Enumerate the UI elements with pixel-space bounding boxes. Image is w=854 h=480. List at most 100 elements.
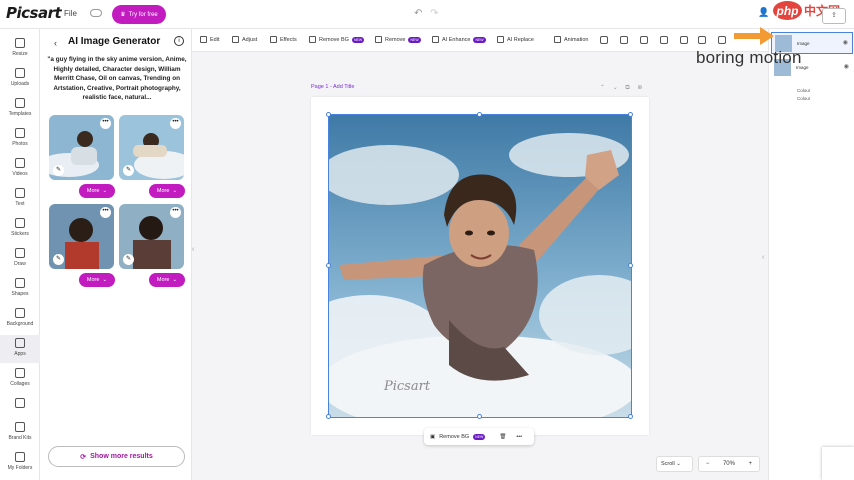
zoom-in-button[interactable]: + [749,457,753,471]
crop-frame-icon[interactable] [640,36,648,44]
ai-image-generator-panel: ‹ AI Image Generator i "a guy flying in … [40,29,192,480]
remove-bg-tool[interactable]: Remove BG NEW [309,36,365,43]
chevron-down-icon: ⌄ [172,277,178,283]
share-button[interactable]: ⇪ [822,8,846,24]
brand-kit-icon [15,422,25,432]
result-thumbnail-3[interactable]: ••• ✎ [49,204,114,269]
resize-handle-sw[interactable] [326,414,331,419]
picsart-logo[interactable]: Picsart [6,4,62,22]
crop-icon[interactable] [600,36,608,44]
collapse-panel-icon[interactable]: ‹ [192,246,194,253]
rail-item-uploads[interactable]: Uploads [0,65,40,93]
edit-icon[interactable]: ✎ [123,165,134,176]
rail-item-my-folders[interactable]: My Folders [0,449,40,477]
scroll-mode-select[interactable]: Scroll ⌄ [656,456,693,472]
resize-handle-se[interactable] [628,414,633,419]
page-title[interactable]: Page 1 - Add Title [311,84,354,90]
remove-bg-icon: ▣ [430,433,436,440]
trash-icon[interactable]: 🗑 [499,434,506,440]
show-more-results-button[interactable]: ⟳ Show more results [48,446,185,467]
flip-icon[interactable] [660,36,668,44]
eye-icon[interactable]: ◉ [844,63,849,70]
cloud-icon [90,9,102,17]
result-thumbnail-1[interactable]: ••• ✎ [49,115,114,180]
lock-icon[interactable] [698,36,706,44]
effects-tool[interactable]: Effects [270,36,297,43]
more-button-1[interactable]: More ⌄ [79,184,115,198]
settings-icon[interactable] [680,36,688,44]
more-button-3[interactable]: More ⌄ [79,273,115,287]
more-options-icon[interactable]: ••• [516,434,522,440]
user-plus-icon[interactable]: 👤 [758,7,769,18]
bg-layer-item[interactable]: Colour [797,87,810,95]
more-button-2[interactable]: More ⌄ [149,184,185,198]
page-actions[interactable]: ⌃ ⌄ ⧉ ⊕ [600,84,645,92]
more-options-icon[interactable]: ••• [100,118,111,129]
refresh-icon: ⟳ [80,453,87,461]
resize-handle-e[interactable] [628,263,633,268]
eye-icon[interactable]: ◉ [843,39,848,46]
rail-item-collages[interactable]: Collages [0,365,40,393]
watermark-text: Picsart [383,379,431,394]
templates-icon [15,98,25,108]
file-menu[interactable]: File [64,9,77,18]
rail-item-templates[interactable]: Templates [0,95,40,123]
rail-item-photos[interactable]: Photos [0,125,40,153]
generated-image[interactable]: Picsart [328,114,632,418]
collapse-layers-icon[interactable]: ‹ [762,254,764,261]
prompt-text: "a guy flying in the sky anime version, … [47,56,187,102]
redo-icon[interactable]: ↷ [430,8,438,19]
ai-replace-tool[interactable]: AI Replace [497,36,534,43]
chevron-down-icon: ⌄ [102,277,108,283]
adjust-icon [232,36,239,43]
remove-bg-icon [309,36,316,43]
back-arrow-icon[interactable]: ‹ [54,38,57,48]
undo-icon[interactable]: ↶ [414,8,422,19]
edit-icon[interactable]: ✎ [123,254,134,265]
mask-icon[interactable] [620,36,628,44]
rail-item-resize[interactable]: Resize [0,35,40,63]
effects-icon [270,36,277,43]
image-toolbar: Edit Adjust Effects Remove BG NEW Remove N… [192,29,768,52]
crown-icon: ♛ [120,12,126,18]
ai-enhance-tool[interactable]: AI Enhance NEW [432,36,486,43]
adjust-tool[interactable]: Adjust [232,36,257,43]
info-icon[interactable]: i [174,36,184,46]
rail-item-videos[interactable]: Videos [0,155,40,183]
more-options-icon[interactable]: ••• [170,118,181,129]
result-thumbnail-2[interactable]: ••• ✎ [119,115,184,180]
resize-handle-n[interactable] [477,112,482,117]
result-thumbnail-4[interactable]: ••• ✎ [119,204,184,269]
trash-icon[interactable] [718,36,726,44]
edit-icon[interactable]: ✎ [53,254,64,265]
remove-bg-button[interactable]: Remove BG [439,434,469,440]
more-button-4[interactable]: More ⌄ [149,273,185,287]
arrow-icon [734,27,774,45]
edit-icon[interactable]: ✎ [53,165,64,176]
grid-icon [15,398,25,408]
more-options-icon[interactable]: ••• [170,207,181,218]
panel-title: AI Image Generator [68,36,161,47]
zoom-out-button[interactable]: − [706,457,710,471]
brush-icon [15,248,25,258]
photo-icon [15,128,25,138]
resize-handle-ne[interactable] [628,112,633,117]
resize-handle-s[interactable] [477,414,482,419]
rail-item-background[interactable]: Background [0,305,40,333]
resize-handle-w[interactable] [326,263,331,268]
more-options-icon[interactable]: ••• [100,207,111,218]
try-for-free-button[interactable]: ♛ Try for free [112,5,166,24]
animation-tool[interactable]: Animation [554,36,588,43]
rail-item-brand-kits[interactable]: Brand Kits [0,419,40,447]
bg-layer-item[interactable]: Colour [797,95,810,103]
resize-handle-nw[interactable] [326,112,331,117]
rail-item-text[interactable]: Text [0,185,40,213]
rail-item-draw[interactable]: Draw [0,245,40,273]
remove-tool[interactable]: Remove NEW [375,36,421,43]
rail-item-shapes[interactable]: Shapes [0,275,40,303]
floating-toolbar: ▣ Remove BG NEW 🗑 ••• [424,428,534,445]
replace-icon [497,36,504,43]
rail-item-stickers[interactable]: Stickers [0,215,40,243]
rail-item-apps[interactable]: Apps [0,335,40,363]
edit-tool[interactable]: Edit [200,36,219,43]
